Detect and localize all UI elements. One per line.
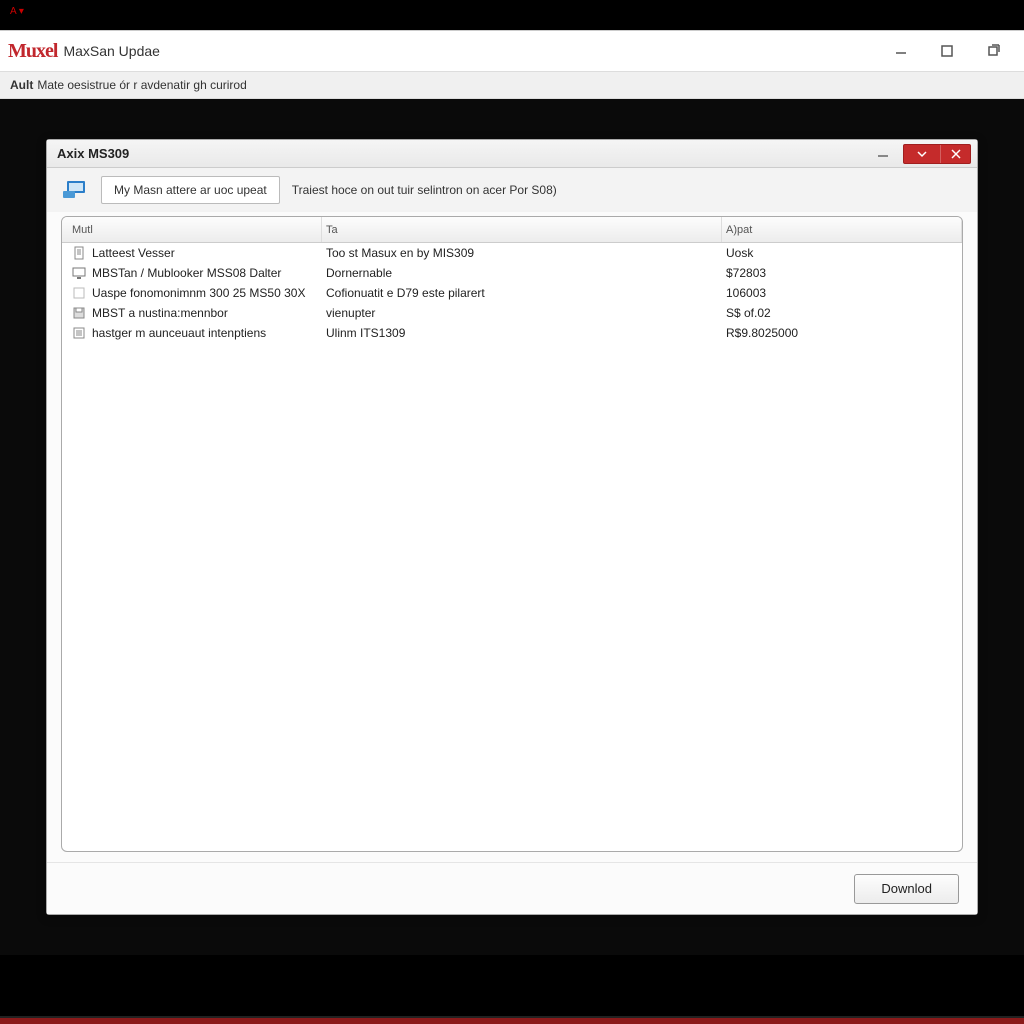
device-icon [61, 179, 89, 201]
toolbar-hint: Traiest hoce on out tuir selintron on ac… [292, 183, 557, 197]
dialog-close-group [903, 144, 971, 164]
row-desc: Ulinm ITS1309 [326, 326, 405, 340]
list-body: Latteest Vesser Too st Masux en by MIS309… [62, 243, 962, 851]
minimize-icon [877, 148, 889, 160]
row-name: Uaspe fonomonimnm 300 25 MS50 30X [92, 286, 305, 300]
dialog-titlebar: Axix MS309 [47, 140, 977, 168]
row-desc: Too st Masux en by MIS309 [326, 246, 474, 260]
app-window: Muxel MaxSan Updae Ault Mate oesistrue ó… [0, 30, 1024, 955]
table-row[interactable]: MBST a nustina:mennbor vienupter S$ of.02 [62, 303, 962, 323]
minimize-icon [894, 44, 908, 58]
row-value: R$9.8025000 [726, 326, 798, 340]
top-indicator: A ▾ [10, 6, 24, 17]
column-header-name[interactable]: Mutl [62, 217, 322, 242]
row-name: Latteest Vesser [92, 246, 175, 260]
device-select-button[interactable]: My Masn attere ar uoc upeat [101, 176, 280, 204]
download-button-label: Downlod [881, 881, 932, 896]
app-logo: Muxel [8, 40, 57, 63]
row-desc: vienupter [326, 306, 375, 320]
document-icon [72, 246, 86, 260]
subheader-text: Mate oesistrue ór r avdenatir gh curirod [37, 78, 246, 92]
dialog-title: Axix MS309 [57, 146, 129, 161]
monitor-icon [72, 266, 86, 280]
row-name: MBSTan / Mublooker MSS08 Dalter [92, 266, 281, 280]
bottom-edge [0, 1018, 1024, 1024]
desktop-area: Axix MS309 [0, 99, 1024, 955]
dialog-toolbar: My Masn attere ar uoc upeat Traiest hoce… [47, 168, 977, 212]
list-header: Mutl Ta A)pat [62, 217, 962, 243]
dialog-close-button[interactable] [940, 145, 970, 163]
column-header-desc[interactable]: Ta [322, 217, 722, 242]
row-name: MBST a nustina:mennbor [92, 306, 228, 320]
subheader: Ault Mate oesistrue ór r avdenatir gh cu… [0, 71, 1024, 99]
table-row[interactable]: hastger m aunceuaut intenptiens Ulinm ITS… [62, 323, 962, 343]
subheader-bold: Ault [10, 78, 33, 92]
titlebar: Muxel MaxSan Updae [0, 31, 1024, 71]
dialog-minimize-button[interactable] [869, 145, 897, 163]
update-list: Mutl Ta A)pat Latteest Vesser Too st Masu… [61, 216, 963, 852]
column-header-value[interactable]: A)pat [722, 217, 962, 242]
update-dialog: Axix MS309 [46, 139, 978, 915]
maximize-icon [940, 44, 954, 58]
table-row[interactable]: MBSTan / Mublooker MSS08 Dalter Dornernab… [62, 263, 962, 283]
dialog-footer: Downlod [47, 862, 977, 914]
download-button[interactable]: Downlod [854, 874, 959, 904]
restore-button[interactable] [970, 36, 1016, 66]
dialog-action-button[interactable] [907, 145, 937, 163]
blank-icon [72, 286, 86, 300]
row-value: Uosk [726, 246, 753, 260]
maximize-button[interactable] [924, 36, 970, 66]
table-row[interactable]: Latteest Vesser Too st Masux en by MIS309… [62, 243, 962, 263]
minimize-button[interactable] [878, 36, 924, 66]
row-value: $72803 [726, 266, 766, 280]
row-name: hastger m aunceuaut intenptiens [92, 326, 266, 340]
restore-icon [986, 44, 1000, 58]
app-title: MaxSan Updae [63, 43, 160, 59]
table-row[interactable]: Uaspe fonomonimnm 300 25 MS50 30X Cofionu… [62, 283, 962, 303]
row-desc: Dornernable [326, 266, 392, 280]
row-value: 106003 [726, 286, 766, 300]
list-icon [72, 326, 86, 340]
row-value: S$ of.02 [726, 306, 771, 320]
disk-icon [72, 306, 86, 320]
row-desc: Cofionuatit e D79 este pilarert [326, 286, 485, 300]
caret-down-icon [917, 149, 927, 159]
device-select-label: My Masn attere ar uoc upeat [114, 183, 267, 197]
close-icon [951, 149, 961, 159]
